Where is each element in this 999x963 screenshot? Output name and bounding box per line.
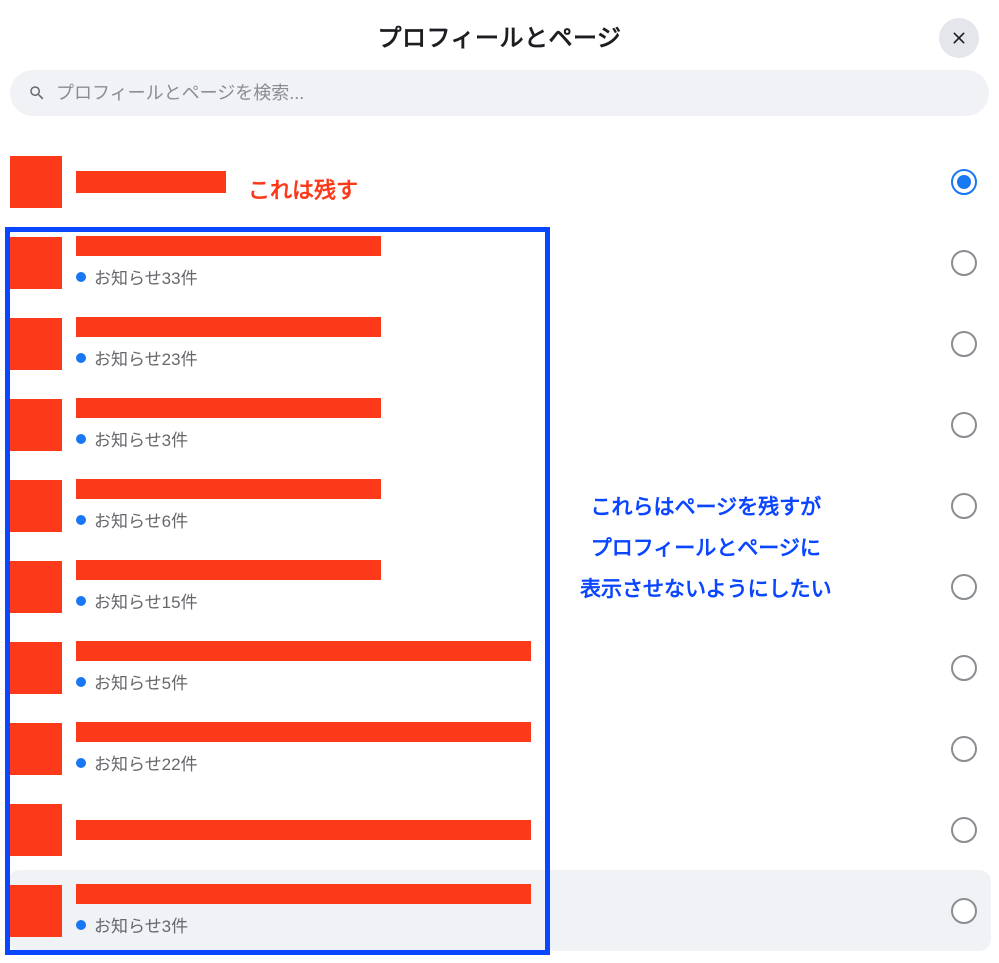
page-radio[interactable] xyxy=(951,655,977,681)
notification-line: お知らせ23件 xyxy=(76,345,939,370)
page-row[interactable]: お知らせ3件 xyxy=(8,870,991,951)
notification-dot-icon xyxy=(76,515,86,525)
notification-line: お知らせ15件 xyxy=(76,588,939,613)
page-avatar-redacted xyxy=(10,399,62,451)
app-root: { "header": { "title": "プロフィールとページ" }, "… xyxy=(0,0,999,963)
profile-radio[interactable] xyxy=(951,169,977,195)
page-row[interactable]: お知らせ22件 xyxy=(0,708,999,789)
page-name-redacted xyxy=(76,884,531,904)
page-radio[interactable] xyxy=(951,331,977,357)
page-avatar-redacted xyxy=(10,723,62,775)
search-field-wrap[interactable] xyxy=(10,70,989,116)
page-row[interactable] xyxy=(0,789,999,870)
page-row[interactable]: お知らせ6件 xyxy=(0,465,999,546)
notification-text: お知らせ6件 xyxy=(94,507,188,532)
profile-row[interactable] xyxy=(0,142,999,222)
pages-list: お知らせ33件お知らせ23件お知らせ3件お知らせ6件お知らせ15件お知らせ5件お… xyxy=(0,222,999,951)
page-radio[interactable] xyxy=(951,898,977,924)
page-text: お知らせ15件 xyxy=(76,560,939,613)
dialog-header: プロフィールとページ xyxy=(0,0,999,70)
page-row[interactable]: お知らせ5件 xyxy=(0,627,999,708)
notification-text: お知らせ33件 xyxy=(94,264,198,289)
page-text: お知らせ3件 xyxy=(76,398,939,451)
notification-text: お知らせ22件 xyxy=(94,750,198,775)
profile-avatar-redacted xyxy=(10,156,62,208)
notification-line: お知らせ6件 xyxy=(76,507,939,532)
profile-name-redacted xyxy=(76,171,226,193)
page-name-redacted xyxy=(76,560,381,580)
close-icon xyxy=(949,28,969,48)
notification-line: お知らせ22件 xyxy=(76,750,939,775)
notification-text: お知らせ3件 xyxy=(94,426,188,451)
page-avatar-redacted xyxy=(10,561,62,613)
page-radio[interactable] xyxy=(951,817,977,843)
page-name-redacted xyxy=(76,641,531,661)
notification-text: お知らせ15件 xyxy=(94,588,198,613)
notification-line: お知らせ3件 xyxy=(76,912,939,937)
page-row[interactable]: お知らせ23件 xyxy=(0,303,999,384)
page-text: お知らせ6件 xyxy=(76,479,939,532)
page-name-redacted xyxy=(76,820,531,840)
page-avatar-redacted xyxy=(10,237,62,289)
page-avatar-redacted xyxy=(10,480,62,532)
page-name-redacted xyxy=(76,479,381,499)
page-avatar-redacted xyxy=(10,804,62,856)
page-radio[interactable] xyxy=(951,250,977,276)
page-text: お知らせ3件 xyxy=(76,884,939,937)
notification-dot-icon xyxy=(76,353,86,363)
page-avatar-redacted xyxy=(10,318,62,370)
page-row[interactable]: お知らせ15件 xyxy=(0,546,999,627)
page-avatar-redacted xyxy=(10,642,62,694)
close-button[interactable] xyxy=(939,18,979,58)
notification-text: お知らせ3件 xyxy=(94,912,188,937)
search-icon xyxy=(28,84,46,102)
search-input[interactable] xyxy=(56,83,971,104)
page-radio[interactable] xyxy=(951,574,977,600)
notification-dot-icon xyxy=(76,758,86,768)
notification-dot-icon xyxy=(76,434,86,444)
page-name-redacted xyxy=(76,722,531,742)
page-name-redacted xyxy=(76,317,381,337)
page-radio[interactable] xyxy=(951,412,977,438)
page-text xyxy=(76,820,939,840)
notification-dot-icon xyxy=(76,920,86,930)
notification-dot-icon xyxy=(76,677,86,687)
page-row[interactable]: お知らせ33件 xyxy=(0,222,999,303)
page-text: お知らせ22件 xyxy=(76,722,939,775)
page-row[interactable]: お知らせ3件 xyxy=(0,384,999,465)
page-radio[interactable] xyxy=(951,736,977,762)
page-name-redacted xyxy=(76,398,381,418)
page-text: お知らせ5件 xyxy=(76,641,939,694)
notification-dot-icon xyxy=(76,596,86,606)
notification-text: お知らせ5件 xyxy=(94,669,188,694)
notification-line: お知らせ3件 xyxy=(76,426,939,451)
page-radio[interactable] xyxy=(951,493,977,519)
page-name-redacted xyxy=(76,236,381,256)
notification-line: お知らせ5件 xyxy=(76,669,939,694)
dialog-title: プロフィールとページ xyxy=(377,18,621,53)
notification-line: お知らせ33件 xyxy=(76,264,939,289)
page-avatar-redacted xyxy=(10,885,62,937)
page-text: お知らせ33件 xyxy=(76,236,939,289)
profile-text xyxy=(76,171,939,193)
notification-dot-icon xyxy=(76,272,86,282)
page-text: お知らせ23件 xyxy=(76,317,939,370)
search-bar xyxy=(0,70,999,128)
notification-text: お知らせ23件 xyxy=(94,345,198,370)
